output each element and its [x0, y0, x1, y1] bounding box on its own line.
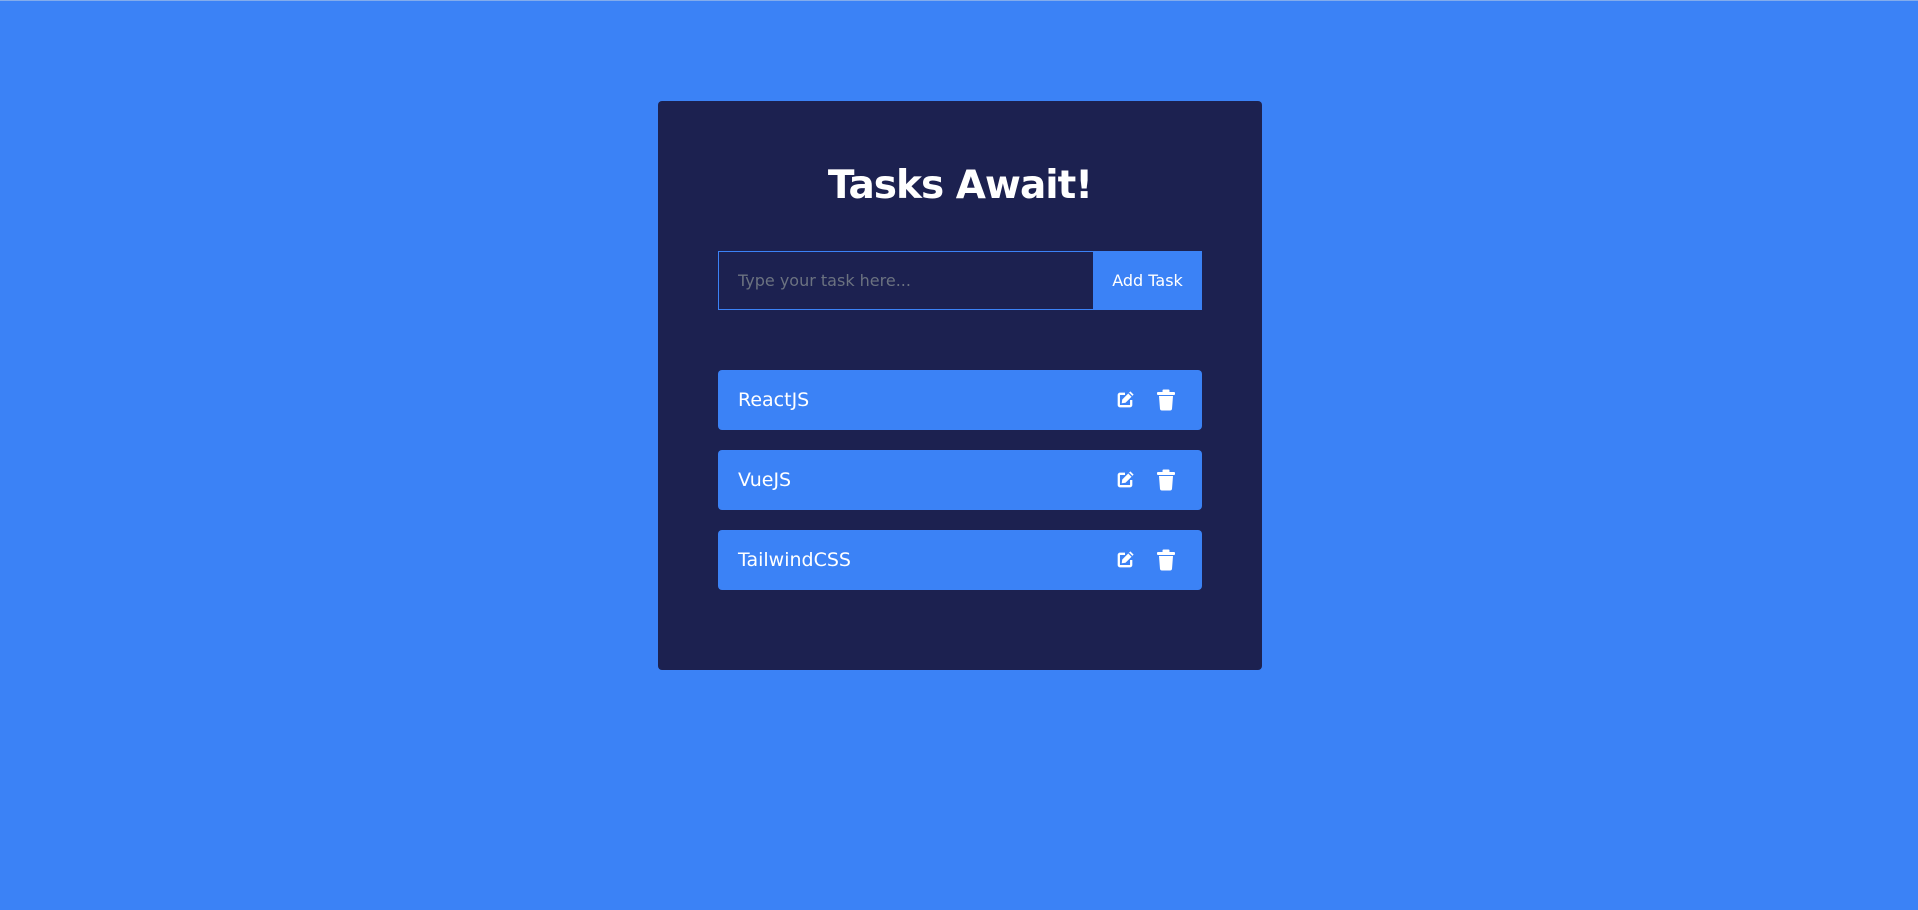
task-actions	[1113, 548, 1178, 572]
edit-icon[interactable]	[1113, 548, 1137, 572]
todo-card: Tasks Await! Add Task ReactJS	[658, 101, 1262, 670]
task-input[interactable]	[718, 251, 1093, 310]
add-task-button[interactable]: Add Task	[1093, 251, 1202, 310]
task-item: TailwindCSS	[718, 530, 1202, 590]
task-actions	[1113, 468, 1178, 492]
task-list: ReactJS VueJS TailwindCSS	[718, 370, 1202, 610]
task-item: VueJS	[718, 450, 1202, 510]
task-actions	[1113, 388, 1178, 412]
task-label[interactable]: ReactJS	[738, 389, 809, 411]
trash-icon[interactable]	[1154, 388, 1178, 412]
task-item: ReactJS	[718, 370, 1202, 430]
edit-icon[interactable]	[1113, 388, 1137, 412]
task-label[interactable]: TailwindCSS	[738, 549, 851, 571]
task-label[interactable]: VueJS	[738, 469, 791, 491]
trash-icon[interactable]	[1154, 548, 1178, 572]
top-border-line	[0, 0, 1918, 1]
page-title: Tasks Await!	[827, 163, 1093, 208]
trash-icon[interactable]	[1154, 468, 1178, 492]
add-task-form: Add Task	[718, 251, 1202, 310]
edit-icon[interactable]	[1113, 468, 1137, 492]
